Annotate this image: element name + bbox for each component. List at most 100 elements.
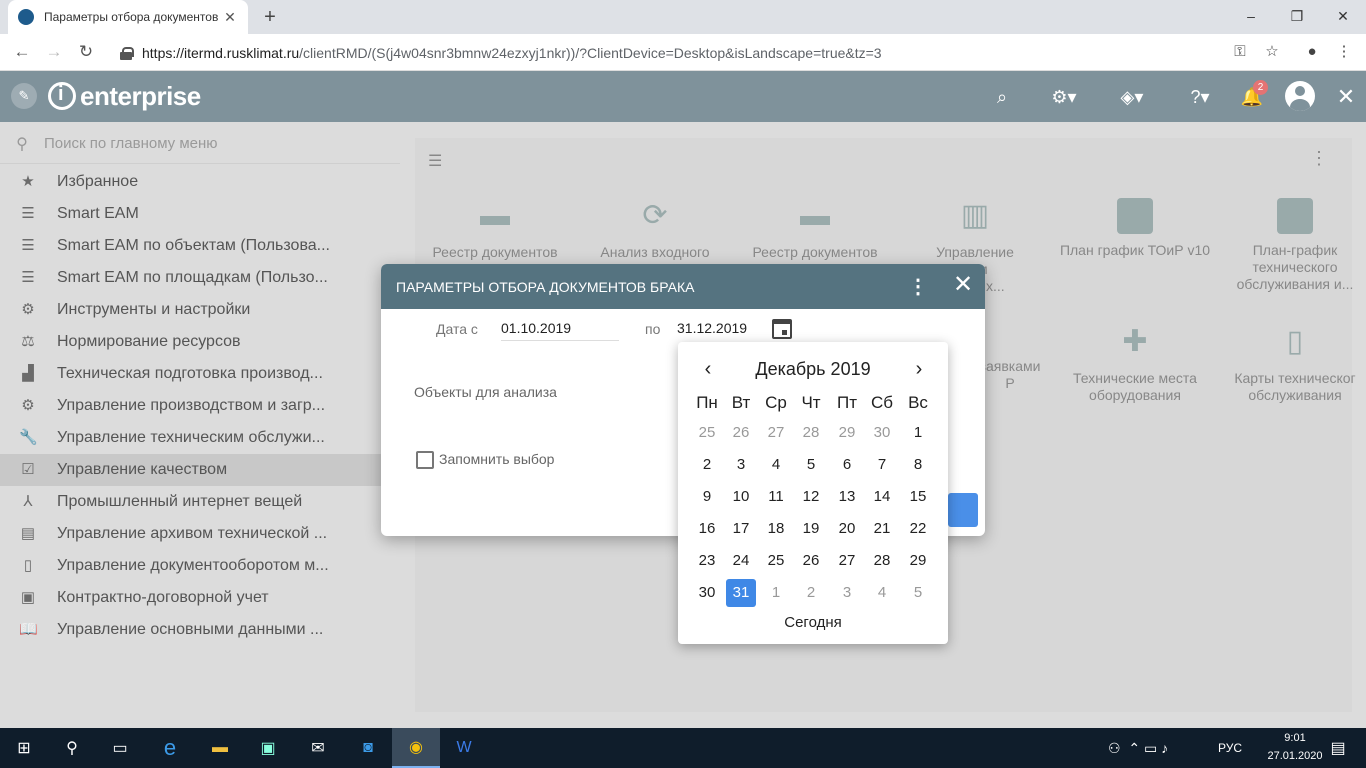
outlook-icon[interactable]: ◙ (344, 728, 392, 768)
calendar-day[interactable]: 11 (761, 483, 791, 511)
calendar-day[interactable]: 26 (796, 547, 826, 575)
search-input[interactable]: Поиск по главному меню (44, 135, 218, 152)
sidebar-item-favorites[interactable]: ★ Избранное (0, 166, 382, 198)
bookmark-star-icon[interactable]: ☆ (1262, 42, 1282, 62)
calendar-day[interactable]: 21 (867, 515, 897, 543)
close-window-button[interactable]: ✕ (1320, 0, 1366, 32)
tile-maintenance-plan[interactable]: План-график технического обслуживания и.… (1215, 196, 1366, 293)
sidebar-item-smart-eam-sites[interactable]: ☰ Smart EAM по площадкам (Пользо... (0, 262, 382, 294)
settings-gear-icon[interactable]: ⚙▾ (1044, 85, 1084, 109)
back-icon[interactable]: ← (10, 40, 34, 64)
calendar-day[interactable]: 12 (796, 483, 826, 511)
sidebar-item-contracts[interactable]: ▣ Контрактно-договорной учет (0, 582, 382, 614)
calendar-day[interactable]: 30 (867, 419, 897, 447)
prev-month-button[interactable]: ‹ (698, 358, 718, 380)
calendar-day[interactable]: 28 (867, 547, 897, 575)
key-icon[interactable]: ⚿ (1230, 42, 1250, 62)
help-icon[interactable]: ?▾ (1180, 85, 1220, 109)
edge-icon[interactable]: e (146, 728, 194, 768)
calendar-day[interactable]: 2 (796, 579, 826, 607)
calendar-day[interactable]: 25 (692, 419, 722, 447)
tab-close-icon[interactable]: ✕ (222, 9, 238, 26)
calendar-day[interactable]: 27 (832, 547, 862, 575)
tile-document-registry[interactable]: ▬ Реестр документов (415, 196, 575, 261)
calendar-day[interactable]: 19 (796, 515, 826, 543)
sidebar-item-smart-eam-objects[interactable]: ☰ Smart EAM по объектам (Пользова... (0, 230, 382, 262)
calendar-day[interactable]: 3 (832, 579, 862, 607)
more-icon[interactable]: ⋮ (1310, 148, 1328, 168)
calendar-day[interactable]: 17 (726, 515, 756, 543)
dialog-close-icon[interactable]: ✕ (950, 272, 976, 298)
calendar-day[interactable]: 24 (726, 547, 756, 575)
tile-plan-toir[interactable]: План график ТОиР v10 (1055, 196, 1215, 259)
calendar-day[interactable]: 26 (726, 419, 756, 447)
sidebar-item-maintenance[interactable]: 🔧 Управление техническим обслужи... (0, 422, 382, 454)
browser-menu-icon[interactable]: ⋮ (1334, 42, 1354, 62)
calendar-day[interactable]: 10 (726, 483, 756, 511)
date-from-field[interactable]: 01.10.2019 (501, 317, 619, 341)
calendar-day[interactable]: 4 (761, 451, 791, 479)
profile-icon[interactable]: ● (1302, 42, 1322, 62)
sidebar-item-master-data[interactable]: 📖 Управление основными данными ... (0, 614, 382, 646)
mail-icon[interactable]: ✉ (294, 728, 342, 768)
sidebar-item-quality[interactable]: ☑ Управление качеством (0, 454, 382, 486)
calendar-day[interactable]: 20 (832, 515, 862, 543)
date-to-field[interactable]: 31.12.2019 (677, 317, 763, 341)
calendar-day[interactable]: 13 (832, 483, 862, 511)
calendar-day[interactable]: 15 (903, 483, 933, 511)
calendar-day[interactable]: 6 (832, 451, 862, 479)
calendar-day[interactable]: 16 (692, 515, 722, 543)
sidebar-item-docflow[interactable]: ▯ Управление документооборотом м... (0, 550, 382, 582)
language-indicator[interactable]: РУС (1218, 741, 1242, 755)
calendar-day[interactable]: 8 (903, 451, 933, 479)
calendar-day[interactable]: 3 (726, 451, 756, 479)
search-icon[interactable]: ⚲ (48, 728, 96, 768)
calendar-day[interactable]: 14 (867, 483, 897, 511)
month-title[interactable]: Декабрь 2019 (738, 359, 888, 380)
calendar-day[interactable]: 29 (832, 419, 862, 447)
notifications-icon[interactable]: ▤ (1318, 728, 1358, 768)
calendar-day[interactable]: 2 (692, 451, 722, 479)
chrome-icon[interactable]: ◉ (392, 728, 440, 768)
sidebar-search[interactable]: ⚲ Поиск по главному меню (0, 124, 400, 164)
browser-tab[interactable]: Параметры отбора документов ✕ (8, 0, 248, 34)
word-icon[interactable]: W (440, 728, 488, 768)
sidebar-item-archive[interactable]: ▤ Управление архивом технической ... (0, 518, 382, 550)
sidebar-item-tools[interactable]: ⚙ Инструменты и настройки (0, 294, 382, 326)
pin-icon[interactable]: ✎ (11, 83, 37, 109)
calendar-day[interactable]: 18 (761, 515, 791, 543)
apply-button[interactable] (948, 493, 978, 527)
calendar-day[interactable]: 1 (903, 419, 933, 447)
calendar-day[interactable]: 7 (867, 451, 897, 479)
sidebar-item-production[interactable]: ⚙ Управление производством и загр... (0, 390, 382, 422)
close-icon[interactable]: ✕ (1334, 85, 1358, 109)
list-view-icon[interactable]: ☰ (428, 151, 446, 170)
store-icon[interactable]: ▣ (244, 728, 292, 768)
url-field[interactable]: https://itermd.rusklimat.ru/clientRMD/(S… (108, 39, 1294, 66)
calendar-day[interactable]: 25 (761, 547, 791, 575)
task-view-icon[interactable]: ▭ (96, 728, 144, 768)
minimize-button[interactable]: – (1228, 0, 1274, 32)
system-tray-icons[interactable]: ⚇ ⌃ ▭ ♪ (1108, 740, 1218, 757)
sidebar-item-smart-eam[interactable]: ☰ Smart EAM (0, 198, 382, 230)
reload-icon[interactable]: ↻ (74, 40, 98, 64)
tile-tech-places[interactable]: ✚ Технические места оборудования (1055, 322, 1215, 404)
next-month-button[interactable]: › (909, 358, 929, 380)
forward-icon[interactable]: → (42, 40, 66, 64)
sidebar-item-resources[interactable]: ⚖ Нормирование ресурсов (0, 326, 382, 358)
clock-time[interactable]: 9:01 (1270, 732, 1320, 744)
sidebar-item-iiot[interactable]: ⅄ Промышленный интернет вещей (0, 486, 382, 518)
calendar-day[interactable]: 31 (726, 579, 756, 607)
tile-incoming-analysis[interactable]: ⟳ Анализ входного (575, 196, 735, 261)
start-icon[interactable]: ⊞ (0, 728, 48, 768)
maximize-button[interactable]: ❐ (1274, 0, 1320, 32)
calendar-day[interactable]: 23 (692, 547, 722, 575)
calendar-day[interactable]: 30 (692, 579, 722, 607)
today-button[interactable]: Сегодня (678, 614, 948, 631)
tile-document-registry-2[interactable]: ▬ Реестр документов (735, 196, 895, 261)
calendar-day[interactable]: 27 (761, 419, 791, 447)
file-explorer-icon[interactable]: ▬ (196, 728, 244, 768)
calendar-day[interactable]: 9 (692, 483, 722, 511)
calendar-day[interactable]: 1 (761, 579, 791, 607)
calendar-day[interactable]: 5 (796, 451, 826, 479)
